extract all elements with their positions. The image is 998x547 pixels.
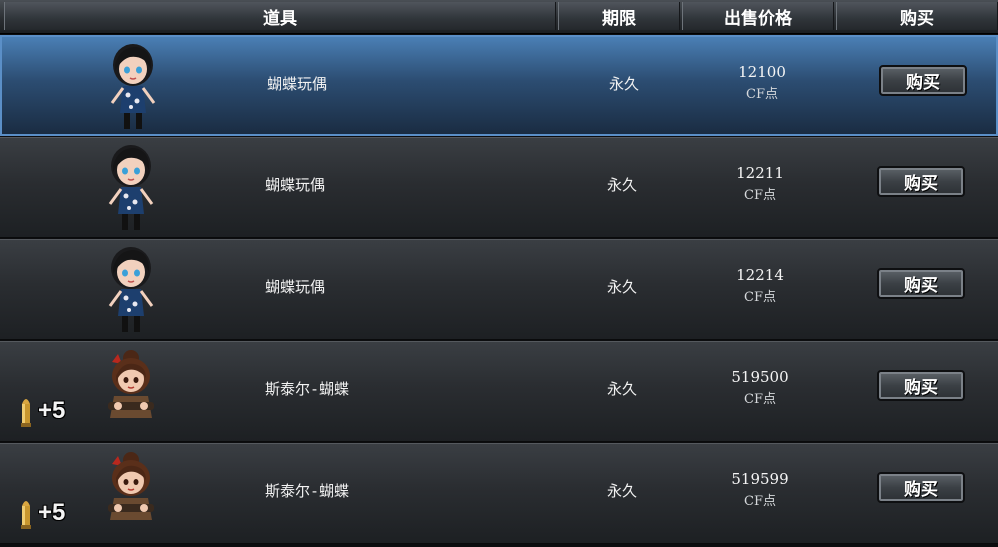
price-unit: CF点: [746, 87, 778, 102]
item-price: 12214 CF点: [700, 266, 820, 305]
item-price: 12100 CF点: [702, 63, 822, 102]
shop-list: 道具 期限 出售价格 购买 蝴蝶玩偶 永久 12100 CF点 购买 蝴蝶玩偶 …: [0, 0, 998, 547]
price-unit: CF点: [744, 188, 776, 203]
table-row[interactable]: 蝴蝶玩偶 永久 12100 CF点 购买: [0, 35, 998, 136]
butterfly-doll-icon: [98, 142, 164, 234]
price-value: 12214: [736, 266, 784, 284]
buy-button[interactable]: 购买: [877, 268, 965, 299]
header-period: 期限: [558, 2, 680, 30]
price-unit: CF点: [744, 494, 776, 509]
table-row[interactable]: +5 斯泰尔-蝴蝶 永久 519500 CF点 购买: [0, 341, 998, 442]
price-value: 519599: [731, 470, 789, 488]
upgrade-level: +5: [38, 397, 66, 424]
item-name: 斯泰尔-蝴蝶: [265, 482, 350, 500]
table-row[interactable]: 蝴蝶玩偶 永久 12214 CF点 购买: [0, 239, 998, 340]
upgrade-badge: +5: [18, 496, 88, 530]
item-name: 斯泰尔-蝴蝶: [265, 380, 350, 398]
item-price: 519500 CF点: [700, 368, 820, 407]
bullet-icon: [21, 399, 31, 427]
price-unit: CF点: [744, 392, 776, 407]
item-name: 蝴蝶玩偶: [265, 278, 326, 296]
buy-button[interactable]: 购买: [879, 65, 967, 96]
item-price: 12211 CF点: [700, 164, 820, 203]
buy-button[interactable]: 购买: [877, 166, 965, 197]
item-period: 永久: [607, 380, 638, 398]
upgrade-badge: +5: [18, 394, 88, 428]
butterfly-doll-icon: [98, 244, 164, 336]
steyr-butterfly-icon: [98, 346, 164, 438]
item-period: 永久: [609, 75, 640, 93]
butterfly-doll-icon: [100, 41, 166, 133]
table-header: 道具 期限 出售价格 购买: [0, 0, 998, 34]
buy-button[interactable]: 购买: [877, 472, 965, 503]
price-value: 12100: [738, 63, 786, 81]
header-price: 出售价格: [682, 2, 834, 30]
price-value: 519500: [731, 368, 789, 386]
header-buy: 购买: [836, 2, 998, 30]
item-name: 蝴蝶玩偶: [265, 176, 326, 194]
upgrade-level: +5: [38, 499, 66, 526]
table-row[interactable]: +5 斯泰尔-蝴蝶 永久 519599 CF点 购买: [0, 443, 998, 544]
item-period: 永久: [607, 482, 638, 500]
buy-button[interactable]: 购买: [877, 370, 965, 401]
item-period: 永久: [607, 278, 638, 296]
item-name: 蝴蝶玩偶: [267, 75, 328, 93]
header-item: 道具: [4, 2, 556, 30]
bullet-icon: [21, 501, 31, 529]
table-row[interactable]: 蝴蝶玩偶 永久 12211 CF点 购买: [0, 137, 998, 238]
item-price: 519599 CF点: [700, 470, 820, 509]
price-value: 12211: [736, 164, 784, 182]
steyr-butterfly-icon: [98, 448, 164, 540]
item-period: 永久: [607, 176, 638, 194]
price-unit: CF点: [744, 290, 776, 305]
